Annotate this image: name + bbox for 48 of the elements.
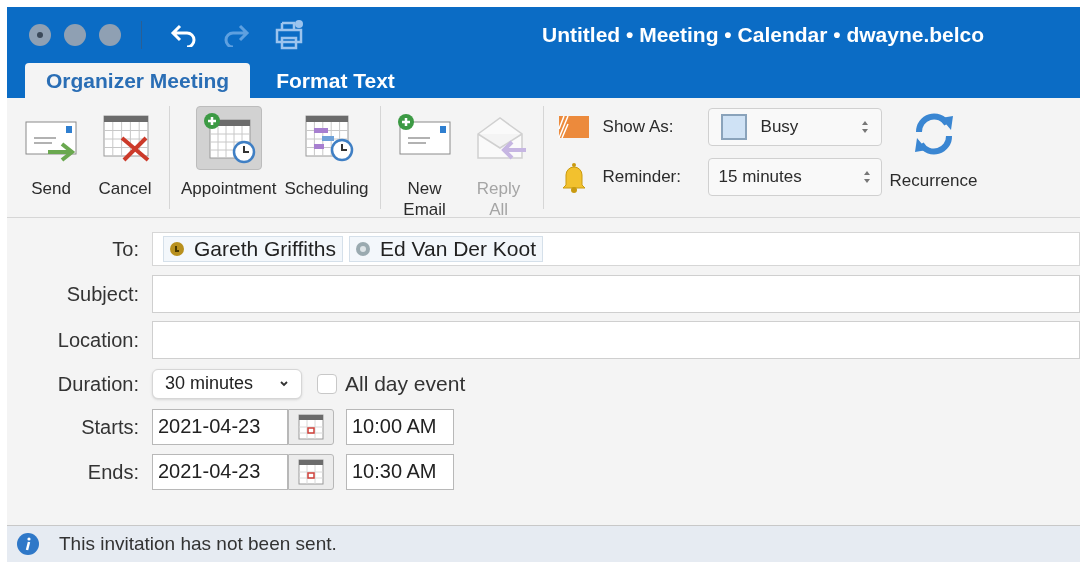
busy-swatch-icon [720, 114, 747, 140]
info-icon [17, 533, 39, 555]
ribbon-tab[interactable]: Organizer Meeting [25, 63, 251, 98]
printer-icon[interactable] [274, 20, 304, 50]
stepper-icon [860, 120, 869, 134]
date-field[interactable]: 2021-04-23 [152, 408, 288, 445]
close-window-button[interactable] [29, 24, 51, 46]
calendar-picker-button[interactable] [288, 408, 334, 445]
show-as-icon [557, 115, 590, 139]
all-day-checkbox[interactable] [317, 373, 337, 394]
calendar-icon [298, 458, 324, 485]
date-field[interactable]: 2021-04-23 [152, 453, 288, 490]
recipient-chip[interactable]: Ed Van Der Koot [349, 236, 544, 262]
duration-select[interactable]: 30 minutes [152, 368, 302, 399]
stepper-icon [862, 170, 871, 184]
cancel-button[interactable]: Cancel [89, 106, 161, 199]
field-label: Location: [56, 328, 140, 353]
show-as-label: Show As: [602, 116, 675, 139]
minimize-window-button[interactable] [64, 24, 86, 46]
redo-icon[interactable] [222, 23, 250, 47]
subject-field[interactable] [152, 275, 1080, 313]
new-email-button[interactable]: New Email [388, 106, 461, 220]
reminder-select[interactable]: 15 minutes [707, 158, 882, 196]
reminder-label: Reminder: [602, 166, 682, 189]
appointment-button[interactable]: Appointment [178, 106, 280, 199]
send-button[interactable]: Send [15, 106, 87, 199]
calendar-picker-button[interactable] [288, 453, 334, 490]
location-field[interactable] [152, 321, 1080, 359]
calendar-icon [298, 413, 324, 440]
field-label: Duration: [56, 371, 140, 397]
field-label: Ends: [86, 459, 140, 485]
ribbon-tab[interactable]: Format Text [250, 63, 421, 98]
scheduling-button[interactable]: Scheduling [281, 106, 372, 199]
recipient-chip[interactable]: Gareth Griffiths [163, 236, 343, 262]
window-title: Untitled • Meeting • Calendar • dwayne.belco [542, 22, 985, 49]
to-field[interactable]: Gareth Griffiths Ed Van Der Koot [152, 232, 1080, 266]
chevron-down-icon [279, 379, 289, 388]
time-field[interactable]: 10:30 AM [346, 453, 454, 490]
field-label: To: [111, 237, 140, 262]
undo-icon[interactable] [170, 23, 198, 47]
time-field[interactable]: 10:00 AM [346, 408, 454, 445]
field-label: Subject: [65, 282, 140, 307]
field-label: Starts: [80, 414, 140, 440]
all-day-label: All day event [345, 371, 466, 397]
status-message: This invitation has not been sent. [59, 531, 337, 556]
show-as-select[interactable]: Busy [707, 108, 882, 146]
zoom-window-button[interactable] [99, 24, 121, 46]
recurrence-button[interactable]: Recurrence [889, 106, 978, 209]
